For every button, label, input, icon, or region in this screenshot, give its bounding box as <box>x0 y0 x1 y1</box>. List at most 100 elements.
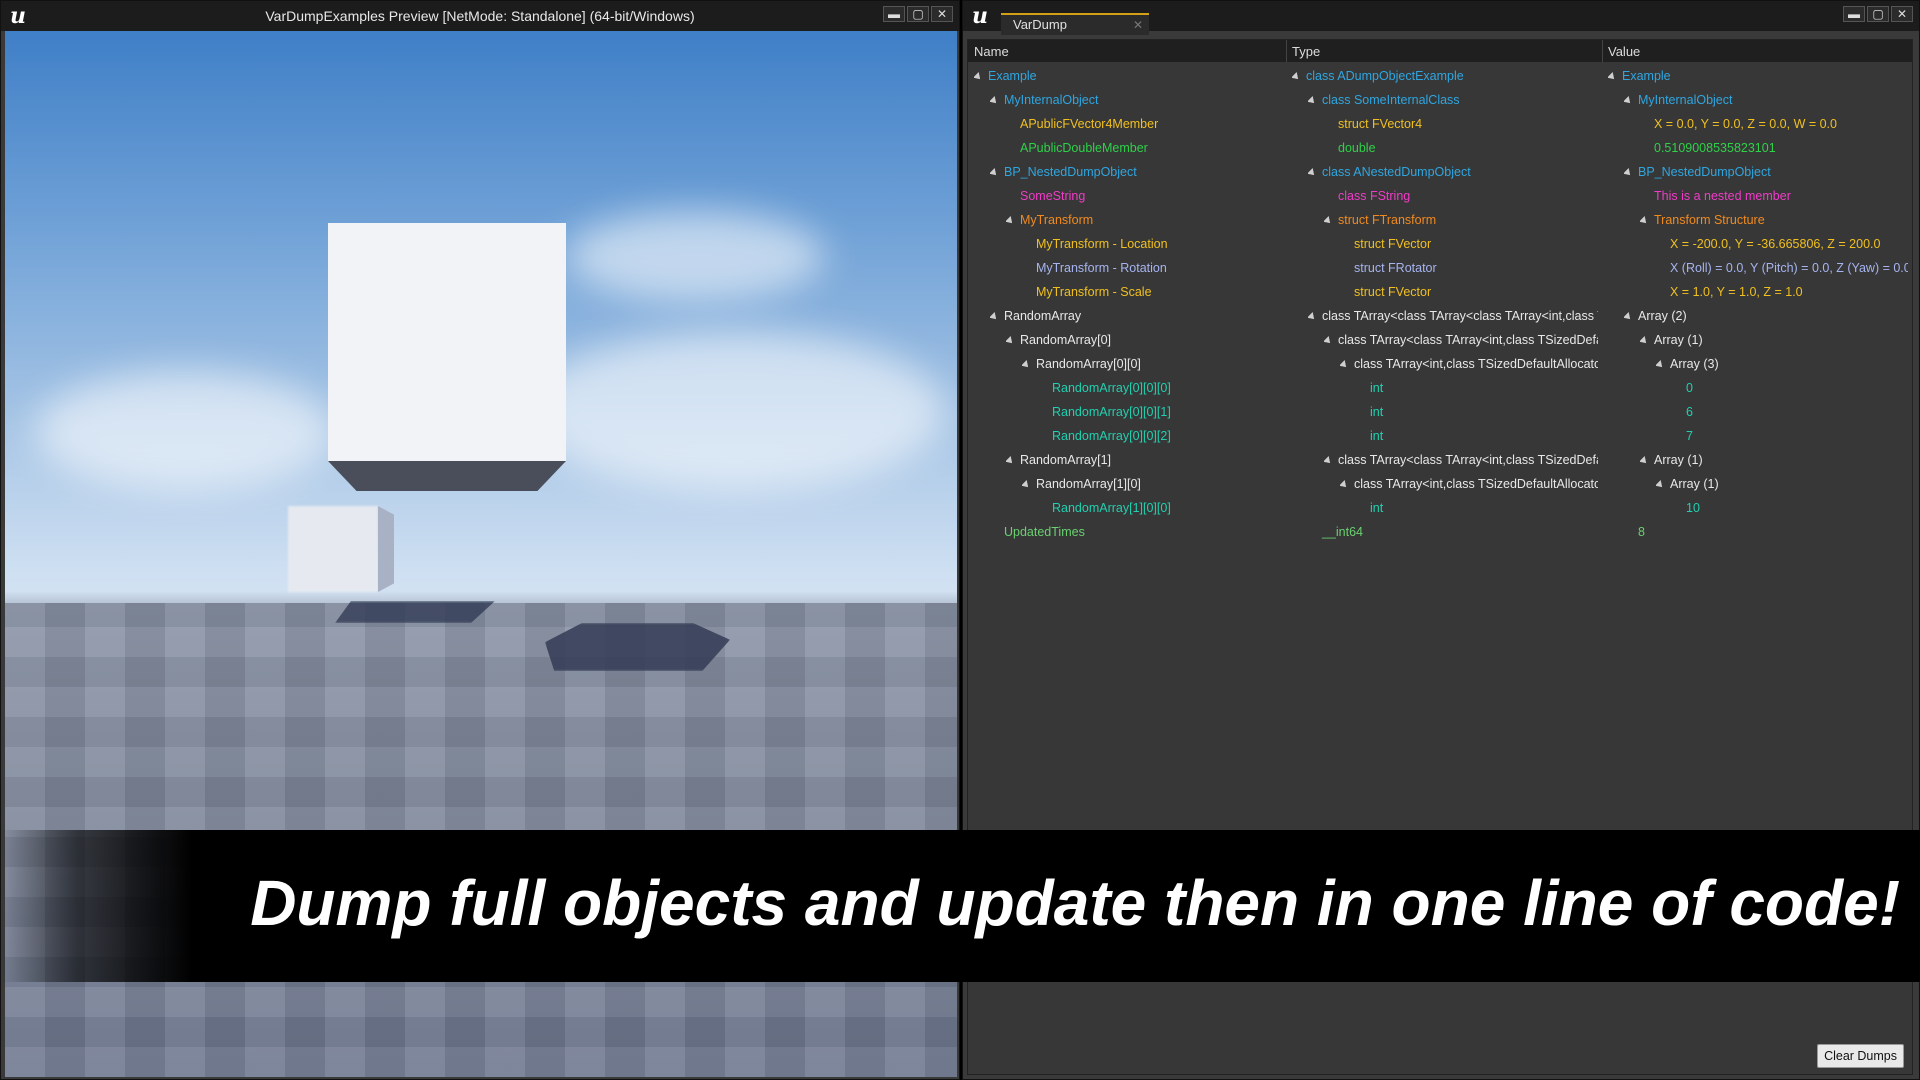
tree-cell-value: Array (1) <box>1640 328 1908 352</box>
expand-arrow-icon[interactable] <box>990 95 999 106</box>
tree-cell-text: struct FVector4 <box>1338 117 1423 131</box>
column-header-name[interactable]: Name <box>974 44 1009 59</box>
tree-cell-text: This is a nested member <box>1654 189 1791 203</box>
tree-header: Name Type Value <box>968 40 1912 62</box>
expand-arrow-icon[interactable] <box>1006 215 1015 226</box>
expand-arrow-icon[interactable] <box>1640 455 1649 466</box>
cloud <box>565 211 825 301</box>
expand-arrow-icon[interactable] <box>1324 335 1333 346</box>
tree-cell-text: MyTransform - Rotation <box>1036 261 1167 275</box>
tree-cell-value: MyInternalObject <box>1624 88 1908 112</box>
close-button[interactable]: ✕ <box>931 6 953 22</box>
tree-cell-name[interactable]: UpdatedTimes <box>990 520 1286 544</box>
expand-arrow-icon[interactable] <box>1624 95 1633 106</box>
tree-cell-name[interactable]: APublicFVector4Member <box>1006 112 1286 136</box>
tree-cell-text: RandomArray[0][0][2] <box>1052 429 1171 443</box>
tree-cell-name[interactable]: APublicDoubleMember <box>1006 136 1286 160</box>
maximize-button[interactable]: ▢ <box>907 6 929 22</box>
tree-cell-type: int <box>1356 400 1598 424</box>
tree-cell-name[interactable]: RandomArray[0][0] <box>1022 352 1286 376</box>
tree-cell-name[interactable]: RandomArray[1][0] <box>1022 472 1286 496</box>
tree-cell-text: RandomArray[0] <box>1020 333 1112 347</box>
tree-cell-text: 6 <box>1686 405 1693 419</box>
expand-arrow-icon[interactable] <box>974 71 983 82</box>
column-separator[interactable] <box>1286 40 1287 62</box>
tree-cell-name[interactable]: SomeString <box>1006 184 1286 208</box>
tree-cell-name[interactable]: RandomArray[0][0][1] <box>1038 400 1286 424</box>
expand-arrow-icon[interactable] <box>1656 359 1665 370</box>
tree-cell-name[interactable]: BP_NestedDumpObject <box>990 160 1286 184</box>
tab-close-icon[interactable]: ✕ <box>1133 15 1143 35</box>
tree-cell-text: UpdatedTimes <box>1004 525 1085 539</box>
tree-cell-name[interactable]: RandomArray[0] <box>1006 328 1286 352</box>
expand-arrow-icon[interactable] <box>1340 359 1349 370</box>
tree-cell-value: 0 <box>1672 376 1908 400</box>
tree-cell-name[interactable]: RandomArray[1] <box>1006 448 1286 472</box>
expand-arrow-icon[interactable] <box>1324 455 1333 466</box>
tree-cell-name[interactable]: MyInternalObject <box>990 88 1286 112</box>
tree-cell-value: BP_NestedDumpObject <box>1624 160 1908 184</box>
expand-arrow-icon[interactable] <box>1292 71 1301 82</box>
tree-cell-name[interactable]: RandomArray <box>990 304 1286 328</box>
tree-cell-value: 8 <box>1624 520 1908 544</box>
tree-cell-name[interactable]: MyTransform - Scale <box>1022 280 1286 304</box>
tree-cell-text: RandomArray[0][0] <box>1036 357 1141 371</box>
minimize-button[interactable]: ▬ <box>1843 6 1865 22</box>
expand-arrow-icon[interactable] <box>1308 167 1317 178</box>
expand-arrow-icon[interactable] <box>1640 335 1649 346</box>
column-separator[interactable] <box>1602 40 1603 62</box>
promo-banner-text: Dump full objects and update then in one… <box>250 867 1900 939</box>
expand-arrow-icon[interactable] <box>1006 335 1015 346</box>
tree-cell-text: BP_NestedDumpObject <box>1638 165 1771 179</box>
tree-cell-name[interactable]: RandomArray[0][0][0] <box>1038 376 1286 400</box>
expand-arrow-icon[interactable] <box>1324 215 1333 226</box>
tree-cell-text: RandomArray[0][0][1] <box>1052 405 1171 419</box>
expand-arrow-icon[interactable] <box>1624 311 1633 322</box>
expand-arrow-icon[interactable] <box>990 311 999 322</box>
expand-arrow-icon[interactable] <box>1006 455 1015 466</box>
floating-cube-bottom <box>328 461 566 491</box>
small-cube <box>288 506 378 592</box>
tree-cell-value: Array (3) <box>1656 352 1908 376</box>
expand-arrow-icon[interactable] <box>1340 479 1349 490</box>
tree-cell-name[interactable]: MyTransform - Location <box>1022 232 1286 256</box>
minimize-button[interactable]: ▬ <box>883 6 905 22</box>
tree-cell-value: 10 <box>1672 496 1908 520</box>
tree-cell-name[interactable]: MyTransform - Rotation <box>1022 256 1286 280</box>
tree-cell-text: class TArray<class TArray<int,class TSiz… <box>1338 333 1598 347</box>
tree-cell-name[interactable]: RandomArray[0][0][2] <box>1038 424 1286 448</box>
tree-cell-type: int <box>1356 496 1598 520</box>
expand-arrow-icon[interactable] <box>1608 71 1617 82</box>
tree-cell-text: Array (1) <box>1654 333 1703 347</box>
preview-titlebar[interactable]: u VarDumpExamples Preview [NetMode: Stan… <box>1 1 959 31</box>
tree-cell-type: class TArray<class TArray<int,class TSiz… <box>1324 328 1598 352</box>
cloud <box>525 331 945 491</box>
expand-arrow-icon[interactable] <box>1640 215 1649 226</box>
expand-arrow-icon[interactable] <box>1656 479 1665 490</box>
clear-dumps-button[interactable]: Clear Dumps <box>1817 1044 1904 1068</box>
expand-arrow-icon[interactable] <box>1022 359 1031 370</box>
expand-arrow-icon[interactable] <box>1308 311 1317 322</box>
expand-arrow-icon[interactable] <box>1308 95 1317 106</box>
tree-cell-text: RandomArray[1][0] <box>1036 477 1141 491</box>
tree-cell-text: MyInternalObject <box>1004 93 1099 107</box>
expand-arrow-icon[interactable] <box>1624 167 1633 178</box>
tree-cell-name[interactable]: Example <box>974 64 1286 88</box>
expand-arrow-icon[interactable] <box>990 167 999 178</box>
column-header-value[interactable]: Value <box>1608 44 1640 59</box>
column-header-type[interactable]: Type <box>1292 44 1320 59</box>
tree-cell-value: X (Roll) = 0.0, Y (Pitch) = 0.0, Z (Yaw)… <box>1656 256 1908 280</box>
expand-arrow-icon[interactable] <box>1022 479 1031 490</box>
tab-vardump[interactable]: VarDump ✕ <box>1001 13 1149 35</box>
tree-cell-text: double <box>1338 141 1376 155</box>
tree-cell-name[interactable]: RandomArray[1][0][0] <box>1038 496 1286 520</box>
maximize-button[interactable]: ▢ <box>1867 6 1889 22</box>
tree-cell-text: int <box>1370 429 1384 443</box>
tree-cell-text: struct FVector <box>1354 237 1432 251</box>
tree-cell-value: Transform Structure <box>1640 208 1908 232</box>
tree-cell-name[interactable]: MyTransform <box>1006 208 1286 232</box>
tree-cell-type: struct FRotator <box>1340 256 1598 280</box>
tree-cell-value: Array (2) <box>1624 304 1908 328</box>
close-button[interactable]: ✕ <box>1891 6 1913 22</box>
tree-cell-text: class TArray<int,class TSizedDefaultAllo… <box>1354 477 1598 491</box>
